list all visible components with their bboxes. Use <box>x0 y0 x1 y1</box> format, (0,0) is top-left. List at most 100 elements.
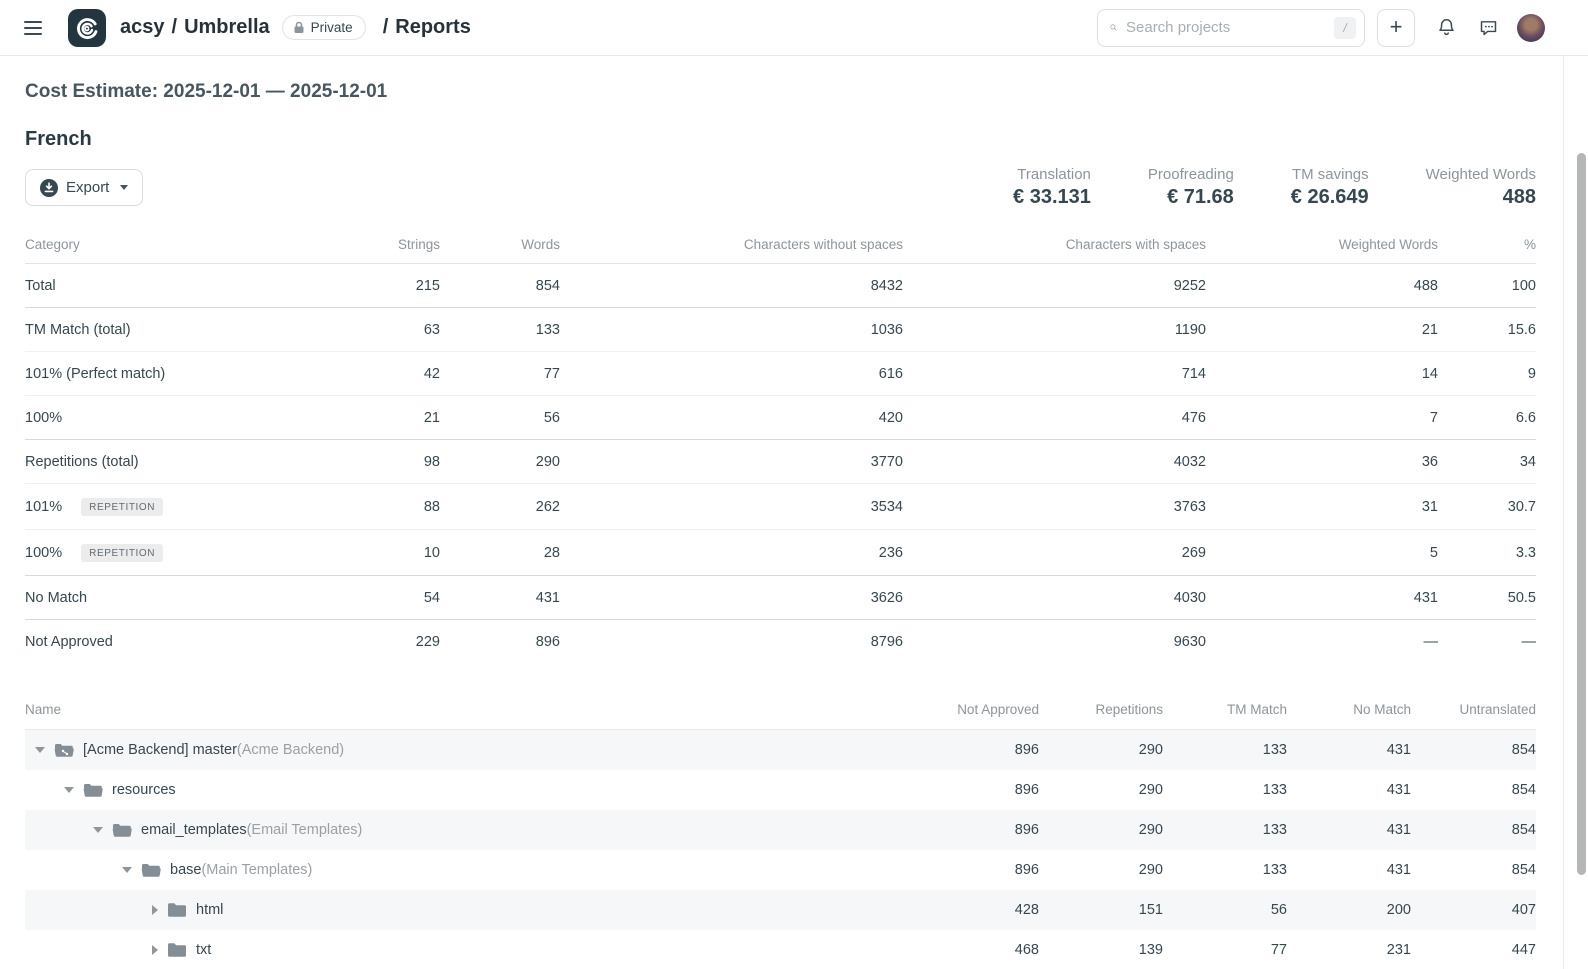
user-avatar[interactable] <box>1517 14 1545 42</box>
weighted-cell: 21 <box>1206 308 1438 352</box>
search-input[interactable] <box>1126 19 1325 36</box>
category-cell: TM Match (total) <box>25 308 285 352</box>
col-category: Category <box>25 219 285 264</box>
category-label: 100% <box>25 545 62 561</box>
file-name[interactable]: resources <box>112 782 176 798</box>
strings-cell: 88 <box>285 484 440 530</box>
table-row: 100% 21 56 420 476 7 6.6 <box>25 396 1536 440</box>
scrollbar-thumb[interactable] <box>1577 153 1586 875</box>
notifications-button[interactable] <box>1436 17 1457 38</box>
breadcrumb-separator: / <box>172 16 178 39</box>
folder-open-icon <box>141 862 161 878</box>
category-cell: Repetitions (total) <box>25 440 285 484</box>
stat-weighted-words: Weighted Words 488 <box>1426 166 1536 209</box>
file-title: (Main Templates) <box>201 862 312 878</box>
col-weighted-words: Weighted Words <box>1206 219 1438 264</box>
privacy-badge-label: Private <box>311 20 353 35</box>
tree-row-folder[interactable]: email_templates(Email Templates) 896 290… <box>25 810 1536 850</box>
tm-match-cell: 133 <box>1163 810 1287 850</box>
language-heading: French <box>25 128 1536 151</box>
words-cell: 854 <box>440 264 560 308</box>
tree-row-folder[interactable]: html 428 151 56 200 407 <box>25 890 1536 930</box>
export-button[interactable]: Export <box>25 169 143 206</box>
tree-row-folder[interactable]: resources 896 290 133 431 854 <box>25 770 1536 810</box>
untranslated-cell: 854 <box>1411 730 1536 771</box>
repetitions-cell: 290 <box>1039 850 1163 890</box>
stat-value: 488 <box>1426 186 1536 209</box>
tm-match-cell: 77 <box>1163 930 1287 969</box>
file-name[interactable]: base <box>170 862 201 878</box>
category-cell: No Match <box>25 576 285 620</box>
col-percent: % <box>1438 219 1536 264</box>
table-row: Repetitions (total) 98 290 3770 4032 36 … <box>25 440 1536 484</box>
hamburger-menu-icon[interactable] <box>24 16 48 40</box>
stat-label: TM savings <box>1291 166 1369 183</box>
stat-label: Translation <box>1013 166 1091 183</box>
chars-cell: 8432 <box>560 264 903 308</box>
search-icon <box>1110 19 1117 36</box>
words-cell: 56 <box>440 396 560 440</box>
words-cell: 133 <box>440 308 560 352</box>
words-cell: 28 <box>440 530 560 576</box>
weighted-cell: 7 <box>1206 396 1438 440</box>
summary-stats: Translation € 33.131 Proofreading € 71.6… <box>1013 166 1536 209</box>
untranslated-cell: 407 <box>1411 890 1536 930</box>
file-name[interactable]: html <box>196 902 223 918</box>
tree-row-folder[interactable]: base(Main Templates) 896 290 133 431 854 <box>25 850 1536 890</box>
collapse-caret-icon[interactable] <box>122 867 132 873</box>
percent-cell: 6.6 <box>1438 396 1536 440</box>
file-name[interactable]: email_templates <box>141 822 247 838</box>
stat-proofreading: Proofreading € 71.68 <box>1148 166 1234 209</box>
expand-caret-icon[interactable] <box>152 905 158 915</box>
file-name[interactable]: [Acme Backend] master <box>83 742 237 758</box>
category-cell: 101% REPETITION <box>25 484 285 530</box>
stat-value: € 26.649 <box>1291 186 1369 209</box>
cost-table-header-row: Category Strings Words Characters withou… <box>25 219 1536 264</box>
category-label: 101% <box>25 499 62 515</box>
not-approved-cell: 896 <box>915 730 1039 771</box>
percent-cell: 9 <box>1438 352 1536 396</box>
chars-cell: 3770 <box>560 440 903 484</box>
scrollbar-track[interactable] <box>1563 56 1588 969</box>
chars-cell: 420 <box>560 396 903 440</box>
strings-cell: 215 <box>285 264 440 308</box>
collapse-caret-icon[interactable] <box>93 827 103 833</box>
no-match-cell: 431 <box>1287 810 1411 850</box>
table-row: 100% REPETITION 10 28 236 269 5 3.3 <box>25 530 1536 576</box>
actions-row: Export Translation € 33.131 Proofreading… <box>25 166 1536 209</box>
file-name[interactable]: txt <box>196 942 211 958</box>
no-match-cell: 200 <box>1287 890 1411 930</box>
col-chars-with-spaces: Characters with spaces <box>903 219 1206 264</box>
breadcrumb-org[interactable]: acsy <box>120 16 165 39</box>
category-cell: 101% (Perfect match) <box>25 352 285 396</box>
category-cell: 100% REPETITION <box>25 530 285 576</box>
category-cell: Not Approved <box>25 620 285 664</box>
breadcrumb-project[interactable]: Umbrella <box>184 16 270 39</box>
col-words: Words <box>440 219 560 264</box>
table-row: TM Match (total) 63 133 1036 1190 21 15.… <box>25 308 1536 352</box>
tree-row-branch[interactable]: [Acme Backend] master(Acme Backend) 896 … <box>25 730 1536 771</box>
app-logo[interactable] <box>68 9 106 47</box>
strings-cell: 10 <box>285 530 440 576</box>
repetitions-cell: 290 <box>1039 770 1163 810</box>
breadcrumb-separator: / <box>383 16 389 39</box>
messages-button[interactable] <box>1478 17 1499 38</box>
strings-cell: 98 <box>285 440 440 484</box>
collapse-caret-icon[interactable] <box>64 787 74 793</box>
chars-cell: 9630 <box>903 620 1206 664</box>
folder-closed-icon <box>167 942 187 958</box>
no-match-cell: 431 <box>1287 850 1411 890</box>
chevron-down-icon <box>120 185 128 190</box>
expand-caret-icon[interactable] <box>152 945 158 955</box>
tree-row-folder[interactable]: txt 468 139 77 231 447 <box>25 930 1536 969</box>
privacy-badge: Private <box>282 15 366 40</box>
add-button[interactable]: + <box>1377 9 1415 47</box>
words-cell: 896 <box>440 620 560 664</box>
export-button-label: Export <box>66 179 109 196</box>
search-box[interactable]: / <box>1097 9 1365 47</box>
col-chars-without-spaces: Characters without spaces <box>560 219 903 264</box>
category-cell: Total <box>25 264 285 308</box>
breadcrumb: acsy / Umbrella Private / Reports <box>120 15 471 40</box>
tm-match-cell: 56 <box>1163 890 1287 930</box>
collapse-caret-icon[interactable] <box>35 747 45 753</box>
